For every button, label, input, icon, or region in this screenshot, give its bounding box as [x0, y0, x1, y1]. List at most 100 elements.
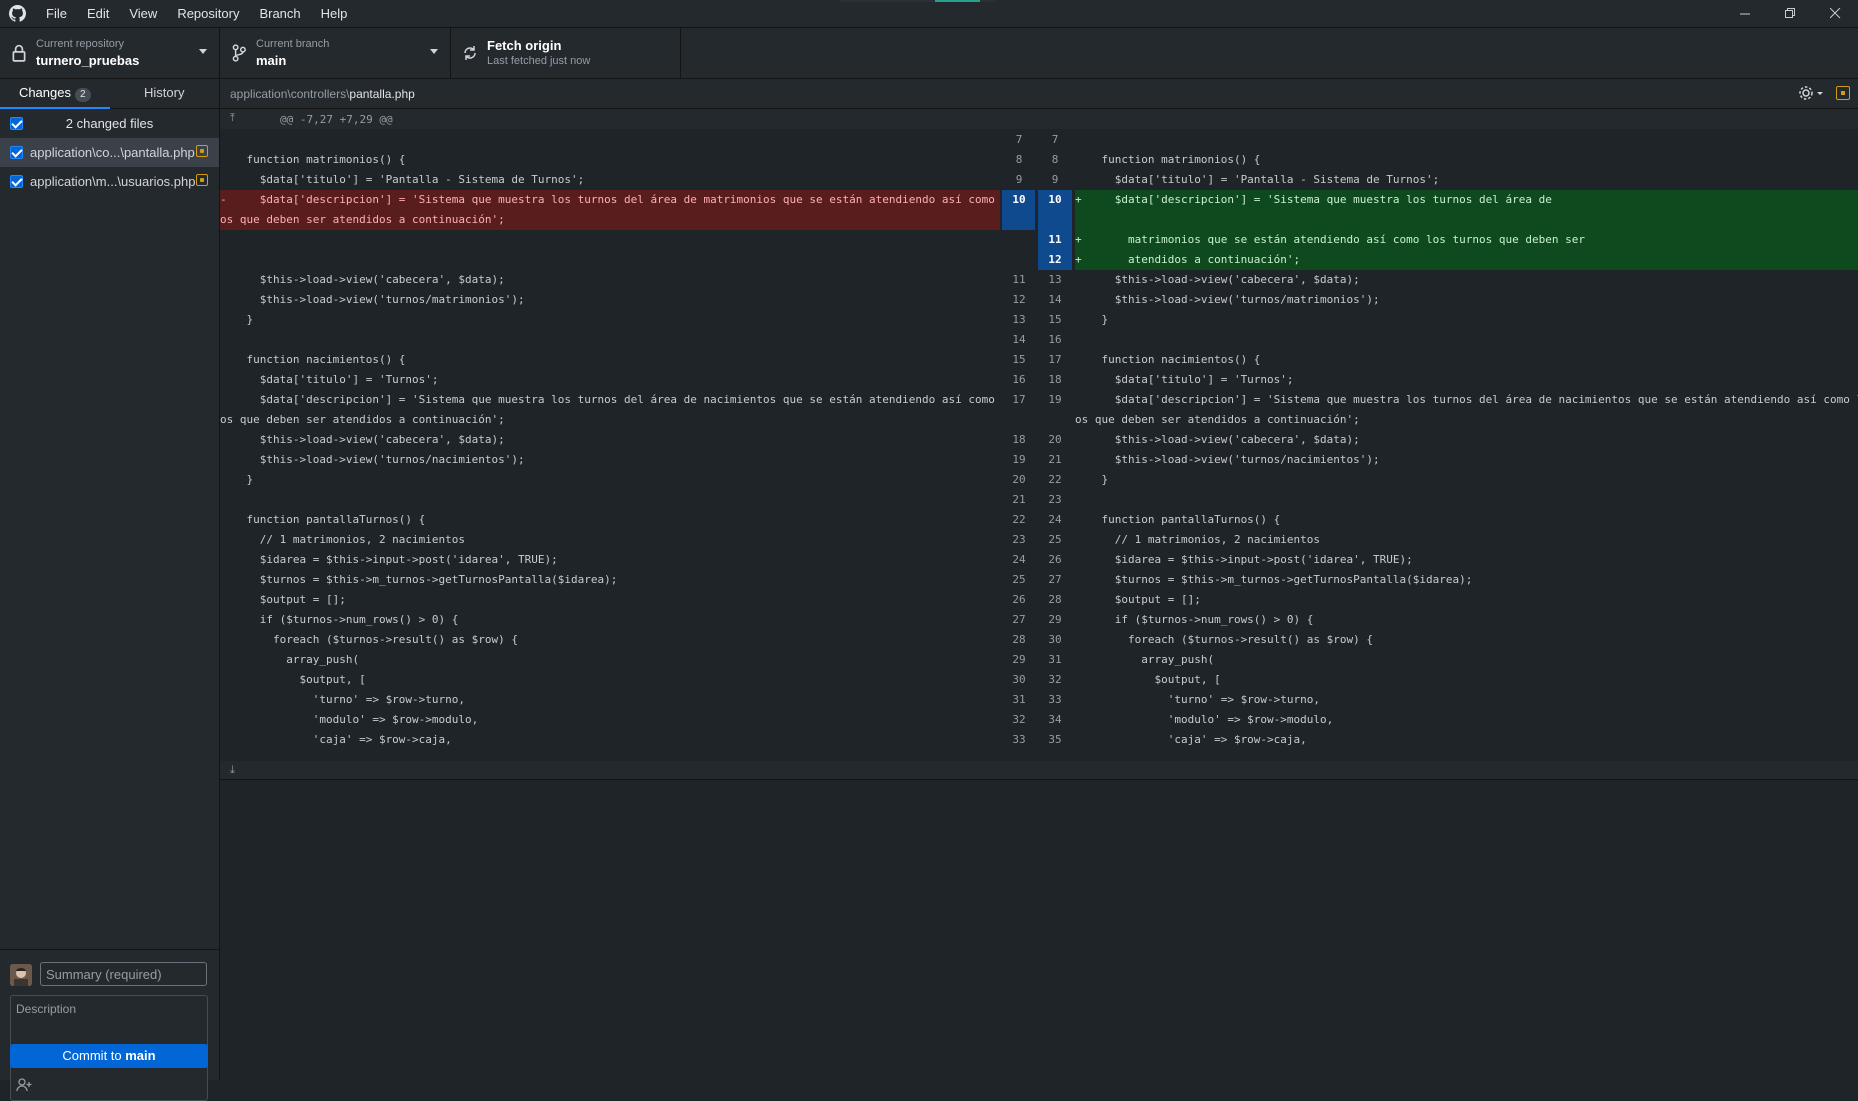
old-line-number: 22 — [1012, 513, 1026, 526]
diff-row[interactable]: os que deben ser atendidos a continuació… — [220, 410, 1858, 430]
old-line-content: $this->load->view('cabecera', $data); — [220, 270, 1000, 290]
file-checkbox[interactable] — [10, 146, 23, 159]
diff-row[interactable]: function nacimientos() {15 17 function na… — [220, 350, 1858, 370]
diff-row[interactable]: os que deben ser atendidos a continuació… — [220, 210, 1858, 230]
diff-row[interactable]: foreach ($turnos->result() as $row) {28 3… — [220, 630, 1858, 650]
diff-row[interactable]: } 20 22 } — [220, 470, 1858, 490]
tab-history[interactable]: History — [110, 79, 220, 108]
diff-row[interactable]: function matrimonios() {8 8 function matr… — [220, 150, 1858, 170]
summary-input[interactable]: Summary (required) — [40, 962, 207, 986]
new-line-content: // 1 matrimonios, 2 nacimientos — [1075, 533, 1321, 546]
new-line-number: 9 — [1051, 173, 1059, 186]
branch-name: main — [256, 53, 287, 68]
diff-row[interactable]: 14 16 — [220, 330, 1858, 350]
old-line-content: $this->load->view('turnos/nacimientos'); — [220, 450, 1000, 470]
menu-item-file[interactable]: File — [36, 0, 77, 27]
menu-item-edit[interactable]: Edit — [77, 0, 119, 27]
diff-row[interactable]: $this->load->view('cabecera', $data); 11 1… — [220, 270, 1858, 290]
new-line-number: 18 — [1048, 373, 1062, 386]
diff-row[interactable]: $data['titulo'] = 'Turnos'; 16 18 $data['t… — [220, 370, 1858, 390]
diff-row[interactable]: $this->load->view('cabecera', $data); 18 2… — [220, 430, 1858, 450]
diff-row[interactable]: 'turno' => $row->turno, 31 33 'turno' => $… — [220, 690, 1858, 710]
menu-item-view[interactable]: View — [119, 0, 167, 27]
old-line-number: 18 — [1012, 433, 1026, 446]
changed-file-item[interactable]: application\co...\pantalla.php — [0, 138, 219, 167]
new-line-content: $idarea = $this->input->post('idarea', T… — [1075, 553, 1413, 566]
diff-row[interactable]: $output, [30 32 $output, [ — [220, 670, 1858, 690]
new-line-content: 'turno' => $row->turno, — [1075, 693, 1321, 706]
old-line-content: os que deben ser atendidos a continuació… — [220, 410, 1000, 430]
expand-up-icon[interactable]: ⤒ — [230, 111, 235, 125]
menu-item-help[interactable]: Help — [311, 0, 358, 27]
old-line-number — [1002, 230, 1036, 250]
new-line-number: 26 — [1048, 553, 1062, 566]
menu-item-repository[interactable]: Repository — [167, 0, 249, 27]
title-bar: File Edit View Repository Branch Help — [0, 0, 1858, 28]
old-line-content — [220, 230, 1000, 250]
diff-row[interactable]: 'caja' => $row->caja, 33 35 'caja' => $row… — [220, 730, 1858, 750]
diff-row[interactable]: $this->load->view('turnos/nacimientos');… — [220, 450, 1858, 470]
github-logo-icon — [9, 5, 26, 22]
old-line-number: 21 — [1012, 493, 1026, 506]
changes-count-badge: 2 — [74, 88, 91, 102]
diff-row[interactable]: 77 — [220, 130, 1858, 150]
close-icon[interactable] — [1813, 0, 1858, 27]
lock-icon — [12, 44, 26, 62]
old-line-number: 11 — [1012, 273, 1026, 286]
repository-name: turnero_pruebas — [36, 53, 140, 68]
old-line-content: function nacimientos() { — [220, 350, 1000, 370]
minimize-icon[interactable] — [1723, 0, 1768, 27]
expand-diff-icon[interactable] — [1836, 86, 1850, 100]
diff-row[interactable]: 12 + atendidos a continuación'; — [220, 250, 1858, 270]
branch-selector[interactable]: Current branch main — [220, 28, 451, 78]
restore-icon[interactable] — [1768, 0, 1813, 27]
gear-icon[interactable] — [1798, 85, 1824, 101]
diff-row[interactable]: $idarea = $this->input->post('idarea', T… — [220, 550, 1858, 570]
diff-row[interactable]: 11 + matrimonios que se están atendiendo … — [220, 230, 1858, 250]
tab-changes[interactable]: Changes 2 — [0, 79, 110, 109]
add-coauthor-icon[interactable] — [16, 1077, 32, 1093]
file-checkbox[interactable] — [10, 175, 23, 188]
new-line-content: function pantallaTurnos() { — [1075, 513, 1281, 526]
diff-row[interactable]: - $data['descripcion'] = 'Sistema que mu… — [220, 190, 1858, 210]
diff-row[interactable]: // 1 matrimonios, 2 nacimientos 23 25 // 1… — [220, 530, 1858, 550]
old-line-content: } — [220, 470, 1000, 490]
new-line-content: $data['descripcion'] = 'Sistema que mues… — [1075, 393, 1858, 406]
diff-row[interactable]: $data['titulo'] = 'Pantalla - Sistema de… — [220, 170, 1858, 190]
expand-down-icon[interactable]: ⤓ — [230, 763, 235, 777]
chevron-down-icon — [430, 49, 438, 54]
repository-selector[interactable]: Current repository turnero_pruebas — [0, 28, 220, 78]
old-line-content: $data['descripcion'] = 'Sistema que mues… — [220, 390, 1000, 410]
new-line-number: 34 — [1048, 713, 1062, 726]
new-line-number: 17 — [1048, 353, 1062, 366]
old-line-content: $output, [ — [220, 670, 1000, 690]
new-line-number: 29 — [1048, 613, 1062, 626]
old-line-content: - $data['descripcion'] = 'Sistema que mu… — [220, 190, 1000, 210]
diff-row[interactable]: function pantallaTurnos() {22 24 function… — [220, 510, 1858, 530]
diff-row[interactable]: } 13 15 } — [220, 310, 1858, 330]
diff-row[interactable]: array_push(29 31 array_push( — [220, 650, 1858, 670]
new-line-content: $this->load->view('turnos/matrimonios'); — [1075, 293, 1380, 306]
new-line-number: 31 — [1048, 653, 1062, 666]
fetch-origin-button[interactable]: Fetch origin Last fetched just now — [451, 28, 681, 78]
old-line-content: function matrimonios() { — [220, 150, 1000, 170]
old-line-number: 7 — [1015, 133, 1023, 146]
diff-row[interactable]: $this->load->view('turnos/matrimonios');… — [220, 290, 1858, 310]
old-line-content — [220, 130, 1000, 150]
old-line-number: 10 — [1002, 190, 1036, 210]
diff-row[interactable]: $output = []; 26 28 $output = []; — [220, 590, 1858, 610]
new-line-content: 'modulo' => $row->modulo, — [1075, 713, 1334, 726]
old-line-number: 23 — [1012, 533, 1026, 546]
repository-label: Current repository — [36, 38, 125, 50]
commit-button[interactable]: Commit to main — [10, 1044, 208, 1068]
diff-row[interactable]: $turnos = $this->m_turnos->getTurnosPant… — [220, 570, 1858, 590]
old-line-number: 14 — [1012, 333, 1026, 346]
menu-item-branch[interactable]: Branch — [249, 0, 310, 27]
diff-row[interactable]: 'modulo' => $row->modulo, 32 34 'modulo' =… — [220, 710, 1858, 730]
diff-row[interactable]: 21 23 — [220, 490, 1858, 510]
old-line-content: foreach ($turnos->result() as $row) { — [220, 630, 1000, 650]
changed-file-item[interactable]: application\m...\usuarios.php — [0, 167, 219, 196]
new-line-number: 30 — [1048, 633, 1062, 646]
diff-row[interactable]: $data['descripcion'] = 'Sistema que mues… — [220, 390, 1858, 410]
diff-row[interactable]: if ($turnos->num_rows() > 0) {27 29 if ($… — [220, 610, 1858, 630]
